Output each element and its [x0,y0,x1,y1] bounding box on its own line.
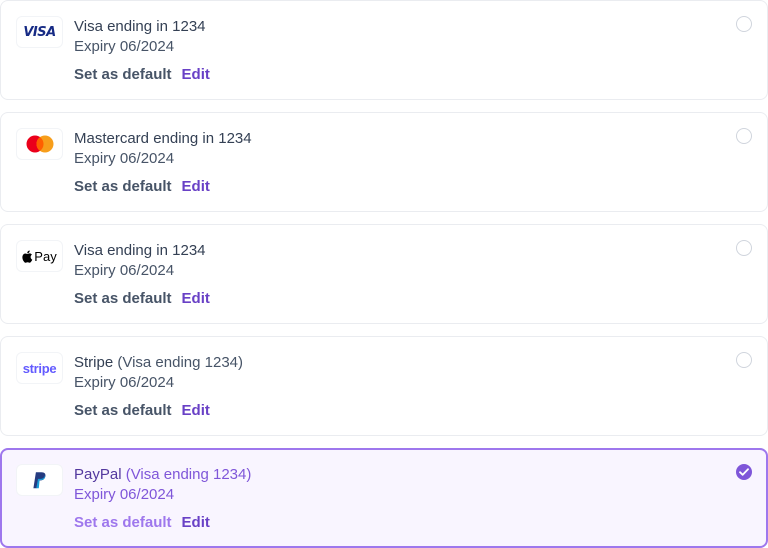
edit-button[interactable]: Edit [182,514,210,531]
payment-method-card-stripe[interactable]: stripe Stripe (Visa ending 1234) Expiry … [0,336,768,436]
selected-check-icon[interactable] [736,464,752,480]
payment-method-card-visa[interactable]: VISA Visa ending in 1234 Expiry 06/2024 … [0,0,768,100]
payment-method-name: Visa ending in 1234 [74,18,206,35]
payment-method-info: Visa ending in 1234 Expiry 06/2024 Set a… [74,17,210,85]
payment-method-title: Visa ending in 1234 [74,17,210,37]
paypal-logo-icon [16,464,63,496]
payment-method-info: PayPal (Visa ending 1234) Expiry 06/2024… [74,465,251,533]
select-radio[interactable] [736,240,752,256]
payment-method-info: Stripe (Visa ending 1234) Expiry 06/2024… [74,353,243,421]
payment-methods-list: VISA Visa ending in 1234 Expiry 06/2024 … [0,0,768,548]
payment-method-actions: Set as default Edit [74,401,243,421]
set-as-default-button[interactable]: Set as default [74,66,172,83]
payment-method-name: PayPal [74,466,122,483]
select-radio[interactable] [736,128,752,144]
payment-method-title: Visa ending in 1234 [74,241,210,261]
payment-method-card-apple-pay[interactable]: Pay Visa ending in 1234 Expiry 06/2024 S… [0,224,768,324]
apple-pay-logo-icon: Pay [16,240,63,272]
payment-method-info: Visa ending in 1234 Expiry 06/2024 Set a… [74,241,210,309]
payment-method-info: Mastercard ending in 1234 Expiry 06/2024… [74,129,252,197]
edit-button[interactable]: Edit [182,290,210,307]
edit-button[interactable]: Edit [182,66,210,83]
set-as-default-button[interactable]: Set as default [74,514,172,531]
set-as-default-button[interactable]: Set as default [74,402,172,419]
set-as-default-button[interactable]: Set as default [74,290,172,307]
payment-method-actions: Set as default Edit [74,289,210,309]
payment-method-name-suffix: (Visa ending 1234) [125,466,252,483]
payment-method-name-suffix: (Visa ending 1234) [117,354,244,371]
checkmark-icon [739,468,749,476]
payment-method-expiry: Expiry 06/2024 [74,150,175,167]
select-radio[interactable] [736,352,752,368]
payment-method-card-paypal[interactable]: PayPal (Visa ending 1234) Expiry 06/2024… [0,448,768,548]
set-as-default-button[interactable]: Set as default [74,178,172,195]
payment-method-name: Mastercard ending in 1234 [74,130,252,147]
select-radio[interactable] [736,16,752,32]
payment-method-name: Stripe [74,354,114,371]
payment-method-actions: Set as default Edit [74,177,252,197]
payment-method-expiry: Expiry 06/2024 [74,262,175,279]
payment-method-expiry: Expiry 06/2024 [74,38,175,55]
paypal-p-icon [32,472,45,489]
apple-icon [22,250,33,263]
edit-button[interactable]: Edit [182,178,210,195]
payment-method-name: Visa ending in 1234 [74,242,206,259]
payment-method-title: Stripe (Visa ending 1234) [74,353,243,373]
visa-logo-icon: VISA [16,16,63,48]
payment-method-title: PayPal (Visa ending 1234) [74,465,251,485]
stripe-logo-icon: stripe [16,352,63,384]
payment-method-card-mastercard[interactable]: Mastercard ending in 1234 Expiry 06/2024… [0,112,768,212]
payment-method-expiry: Expiry 06/2024 [74,374,175,391]
mastercard-logo-icon [16,128,63,160]
payment-method-expiry: Expiry 06/2024 [74,486,175,503]
edit-button[interactable]: Edit [182,402,210,419]
mastercard-circles-icon [26,135,53,153]
payment-method-actions: Set as default Edit [74,513,251,533]
payment-method-actions: Set as default Edit [74,65,210,85]
payment-method-title: Mastercard ending in 1234 [74,129,252,149]
